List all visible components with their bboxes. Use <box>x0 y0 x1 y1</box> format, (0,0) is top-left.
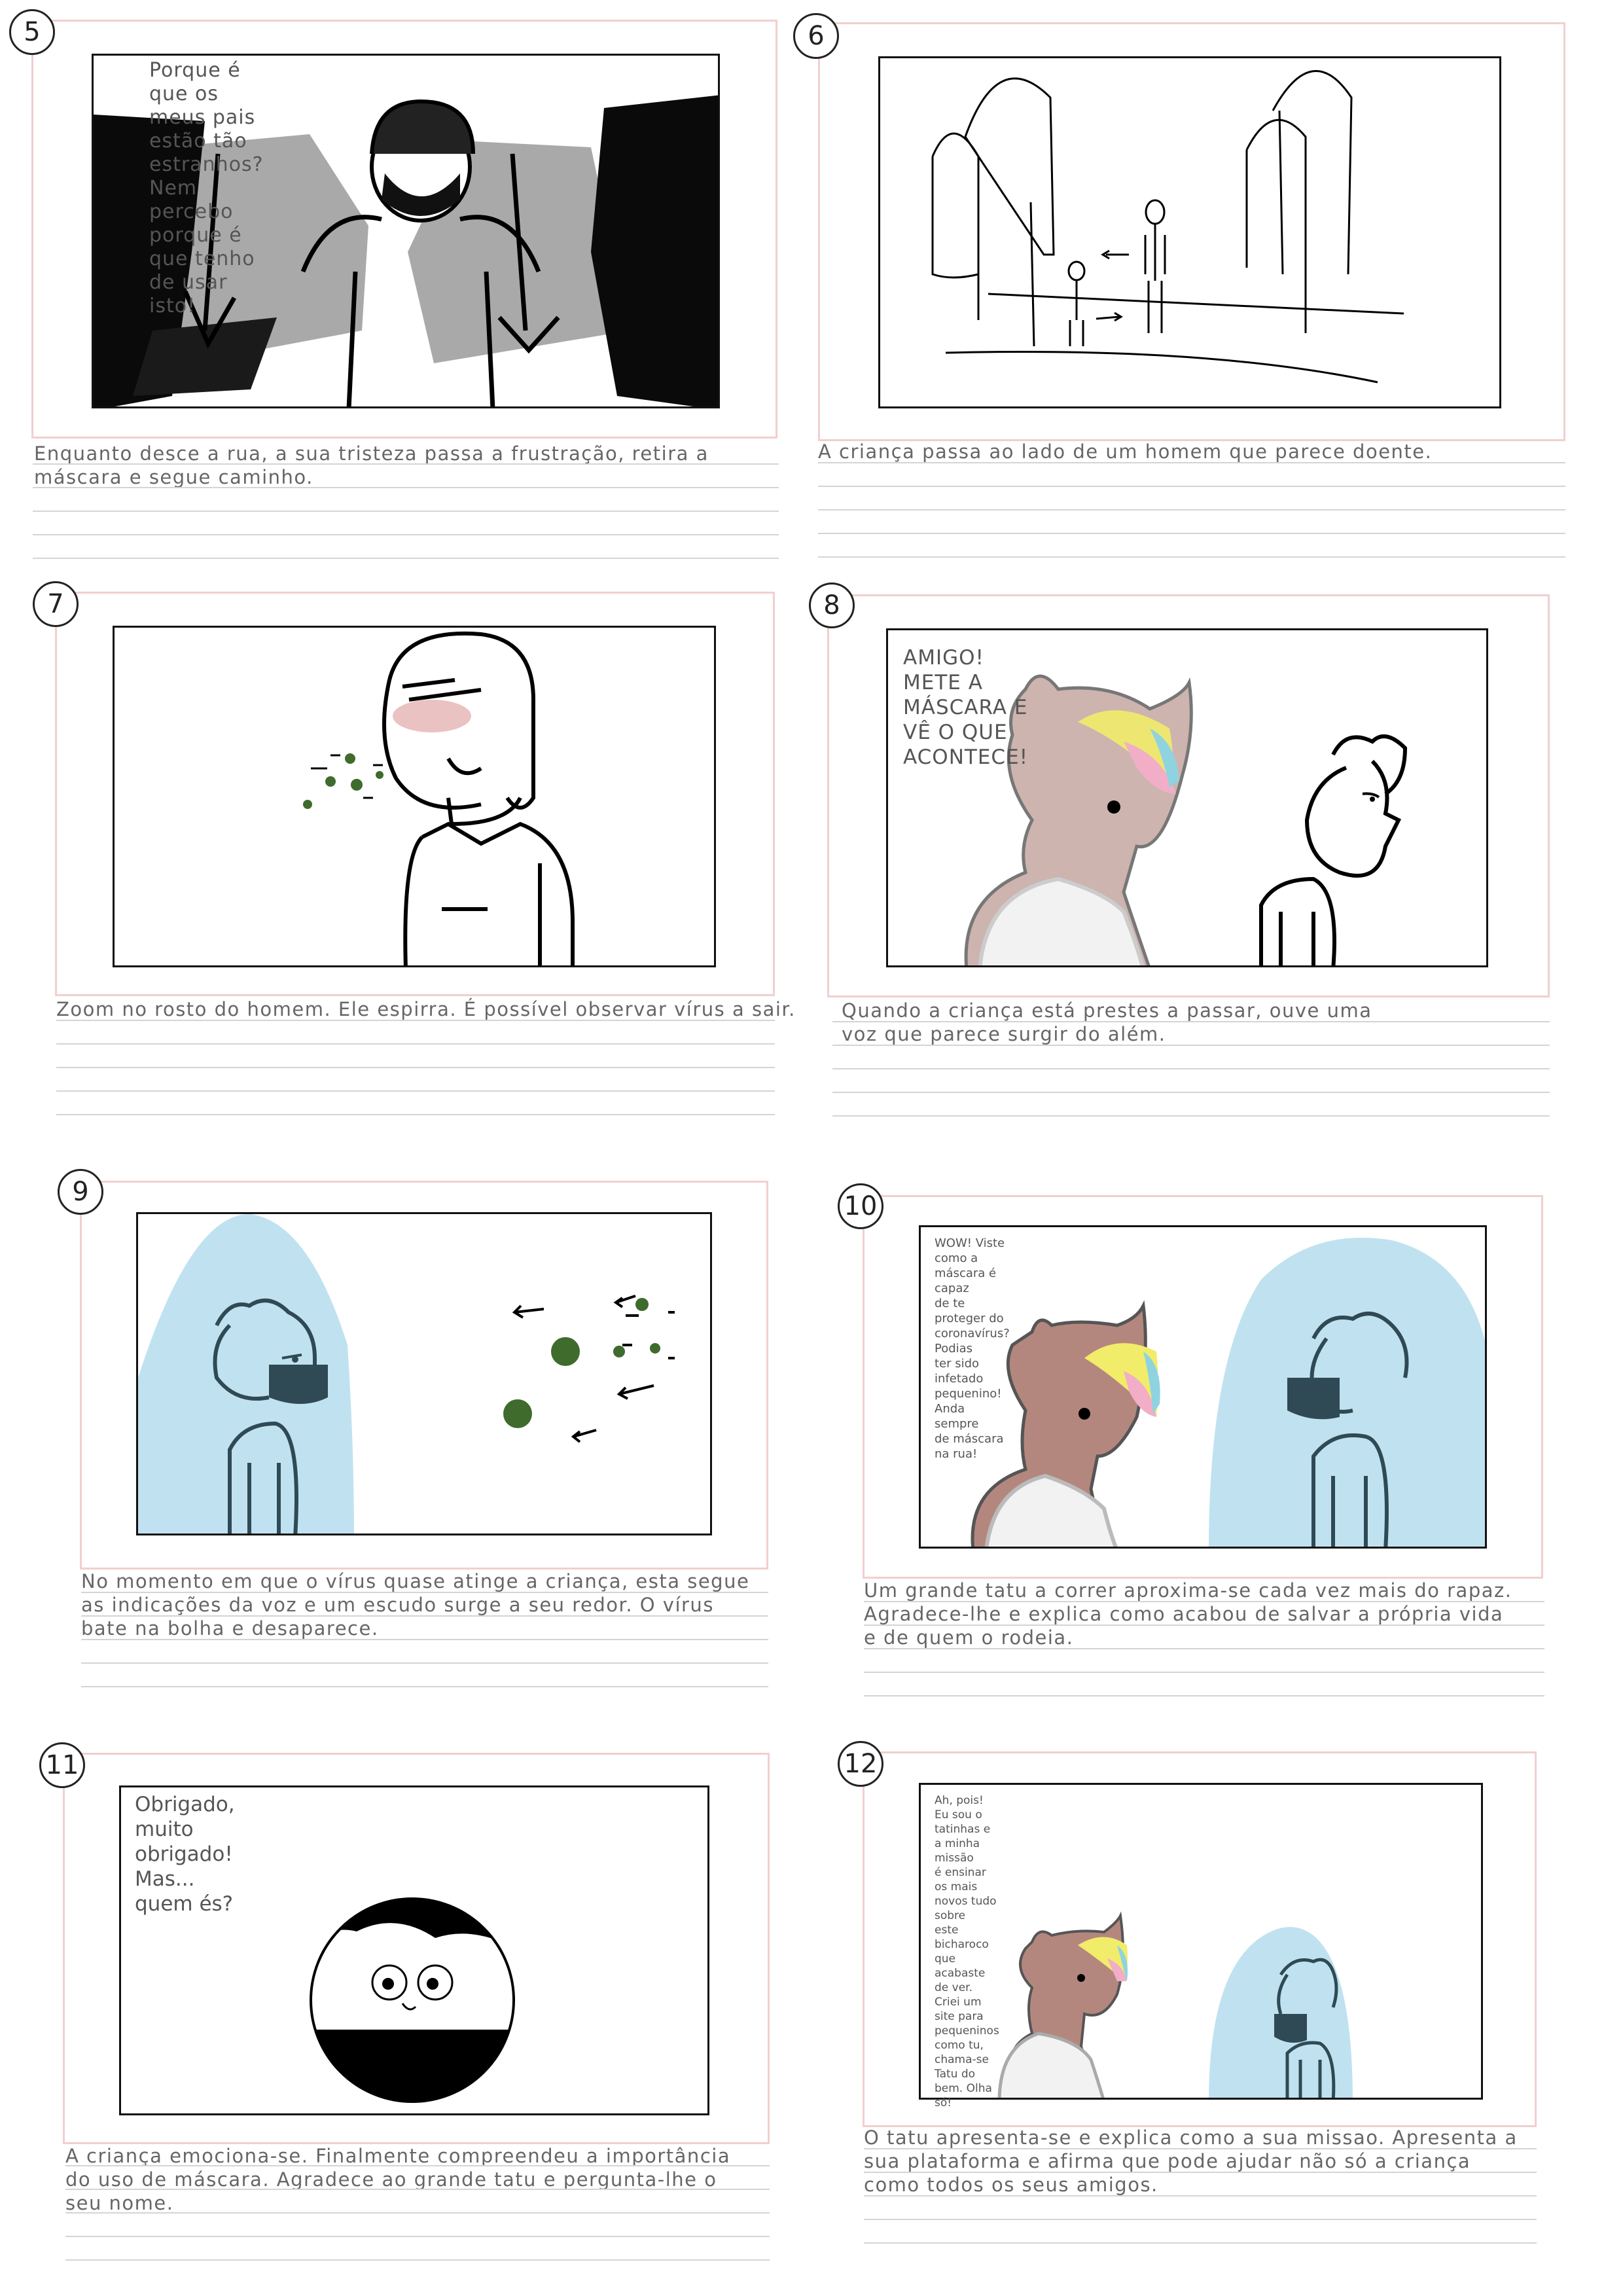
writing-lines <box>33 463 779 575</box>
speech-text: Obrigado, muito obrigado! Mas... quem és… <box>135 1793 235 1916</box>
panel-number: 7 <box>33 581 79 627</box>
speech-text: Porque é que os meus pais estão tão estr… <box>149 59 264 317</box>
writing-lines <box>818 462 1565 573</box>
writing-lines <box>65 2165 770 2283</box>
panel-number: 9 <box>58 1169 103 1215</box>
panel-number: 8 <box>809 583 855 628</box>
scene-7-drawing <box>303 631 575 965</box>
panel-9-frame <box>136 1212 712 1535</box>
panel-caption: Zoom no rosto do homem. Ele espirra. É p… <box>56 998 796 1020</box>
speech-text: AMIGO! METE A MÁSCARA E VÊ O QUE ACONTEC… <box>903 646 1029 769</box>
panel-number: 6 <box>793 13 839 59</box>
panel-caption: A criança passa ao lado de um homem que … <box>818 440 1433 463</box>
speech-text: WOW! Viste como a máscara é capaz de te … <box>935 1236 1010 1461</box>
scene-9-drawing <box>138 1214 675 1534</box>
panel-number: 5 <box>9 9 55 55</box>
panel-number: 10 <box>838 1183 883 1229</box>
writing-lines <box>81 1592 768 1703</box>
panel-number: 12 <box>838 1741 883 1787</box>
writing-lines <box>864 1601 1544 1699</box>
writing-lines <box>56 1020 775 1131</box>
panel-7-frame <box>113 626 716 967</box>
panel-12-frame <box>919 1783 1483 2100</box>
panel-6-frame <box>878 56 1501 408</box>
writing-lines <box>832 1021 1550 1139</box>
writing-lines <box>864 2148 1537 2246</box>
speech-text: Ah, pois! Eu sou o tatinhas e a minha mi… <box>935 1794 999 2109</box>
panel-number: 11 <box>39 1742 85 1788</box>
scene-6-drawing <box>931 70 1404 384</box>
scene-12-drawing <box>997 1911 1353 2098</box>
